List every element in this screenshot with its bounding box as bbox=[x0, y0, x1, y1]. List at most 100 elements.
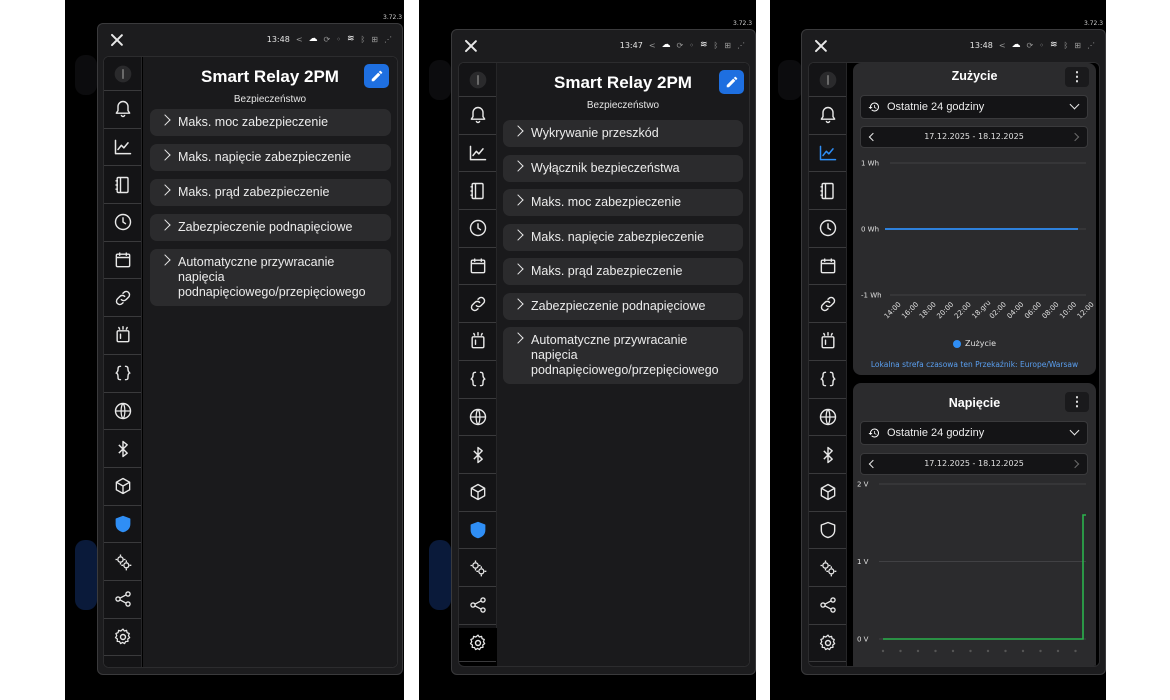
sidebar-item-gears[interactable] bbox=[459, 549, 496, 587]
sidebar-item-list[interactable] bbox=[809, 172, 846, 211]
sidebar-item-chart[interactable] bbox=[104, 129, 141, 167]
sidebar-item-globe[interactable] bbox=[459, 399, 496, 437]
content-area: Smart Relay 2PM Bezpieczeństwo Maks. moc… bbox=[143, 57, 397, 667]
sidebar-item-bell[interactable] bbox=[809, 97, 846, 135]
x-tick-mark bbox=[1056, 649, 1060, 653]
sidebar-item-settings[interactable] bbox=[809, 625, 846, 663]
page-subtitle: Bezpieczeństwo bbox=[586, 100, 660, 111]
wifi-icon: ≋ bbox=[346, 34, 355, 44]
x-tick-mark bbox=[916, 649, 920, 653]
menu-item[interactable]: Maks. moc zabezpieczenie bbox=[503, 189, 743, 216]
x-tick-label: 18:00 bbox=[918, 300, 938, 320]
device-icon bbox=[114, 65, 131, 82]
sidebar-item-link[interactable] bbox=[459, 285, 496, 324]
sidebar-item-settings[interactable] bbox=[104, 619, 141, 657]
menu-item[interactable]: Wyłącznik bezpieczeństwa bbox=[503, 155, 743, 182]
sidebar-item-gears[interactable] bbox=[104, 543, 141, 581]
date-range-nav[interactable]: 17.12.2025 - 18.12.2025 bbox=[860, 126, 1088, 148]
sidebar-item-bell[interactable] bbox=[104, 91, 141, 129]
sidebar-item-list[interactable] bbox=[104, 166, 141, 205]
more-options-icon[interactable]: ⋮ bbox=[1065, 67, 1089, 87]
sidebar-item-shield[interactable] bbox=[459, 512, 496, 550]
signal-icon: ◦ bbox=[336, 34, 341, 44]
date-range-nav[interactable]: 17.12.2025 - 18.12.2025 bbox=[860, 453, 1088, 475]
sidebar-item-globe[interactable] bbox=[809, 399, 846, 437]
share-icon bbox=[819, 597, 836, 614]
sidebar-item-code[interactable] bbox=[809, 361, 846, 399]
inner-frame: Zużycie ⋮ Ostatnie 24 godziny 17.12.2025… bbox=[808, 62, 1100, 667]
clock: 13:47 bbox=[619, 40, 643, 50]
sidebar-item-clock[interactable] bbox=[459, 210, 496, 248]
sidebar-item-shield[interactable] bbox=[809, 512, 846, 550]
chevron-left-icon[interactable] bbox=[868, 459, 878, 469]
chevron-right-icon bbox=[159, 254, 171, 266]
sidebar-item-list[interactable] bbox=[459, 172, 496, 211]
sidebar-item-chart[interactable] bbox=[809, 135, 846, 173]
menu-item[interactable]: Maks. moc zabezpieczenie bbox=[150, 109, 391, 136]
close-icon[interactable] bbox=[110, 33, 124, 47]
sidebar-item-cube[interactable] bbox=[459, 474, 496, 512]
close-icon[interactable] bbox=[464, 39, 478, 53]
sidebar-item-device[interactable] bbox=[459, 63, 496, 97]
sidebar-item-share[interactable] bbox=[809, 587, 846, 625]
chevron-right-icon bbox=[512, 298, 524, 310]
period-select[interactable]: Ostatnie 24 godziny bbox=[860, 421, 1088, 445]
sidebar-item-script[interactable] bbox=[104, 317, 141, 355]
sidebar-item-code[interactable] bbox=[104, 355, 141, 393]
chevron-right-icon bbox=[512, 229, 524, 241]
sidebar-item-bluetooth[interactable] bbox=[104, 430, 141, 468]
sidebar-item-share[interactable] bbox=[459, 587, 496, 625]
sidebar-item-chart[interactable] bbox=[459, 135, 496, 173]
chevron-right-icon[interactable] bbox=[1070, 132, 1080, 142]
share-status-icon: < bbox=[295, 34, 303, 44]
menu-item[interactable]: Maks. napięcie zabezpieczenie bbox=[503, 224, 743, 251]
sidebar-item-calendar[interactable] bbox=[104, 242, 141, 280]
sidebar-item-device[interactable] bbox=[104, 57, 141, 91]
period-select[interactable]: Ostatnie 24 godziny bbox=[860, 95, 1088, 119]
sidebar-item-code[interactable] bbox=[459, 361, 496, 399]
sidebar-item-bluetooth[interactable] bbox=[809, 436, 846, 474]
menu-item[interactable]: Maks. prąd zabezpieczenie bbox=[503, 258, 743, 285]
menu-item[interactable]: Zabezpieczenie podnapięciowe bbox=[150, 214, 391, 241]
edit-button[interactable] bbox=[719, 70, 744, 94]
more-options-icon[interactable]: ⋮ bbox=[1065, 392, 1089, 412]
sidebar-item-clock[interactable] bbox=[104, 204, 141, 242]
edit-button[interactable] bbox=[364, 64, 389, 88]
sidebar-item-bell[interactable] bbox=[459, 97, 496, 135]
gears-icon bbox=[470, 560, 486, 576]
sidebar-item-link[interactable] bbox=[809, 285, 846, 324]
sidebar-item-link[interactable] bbox=[104, 279, 141, 318]
sidebar-item-shield[interactable] bbox=[104, 506, 141, 544]
inner-frame: Smart Relay 2PM Bezpieczeństwo Maks. moc… bbox=[103, 56, 398, 668]
menu-item[interactable]: Maks. napięcie zabezpieczenie bbox=[150, 144, 391, 171]
menu-item[interactable]: Automatyczne przywracanie napięcia podna… bbox=[150, 249, 391, 306]
chart-icon bbox=[819, 145, 836, 161]
sidebar-item-cube[interactable] bbox=[809, 474, 846, 512]
sidebar-item-calendar[interactable] bbox=[809, 248, 846, 286]
sidebar-item-share[interactable] bbox=[104, 581, 141, 619]
settings-icon bbox=[469, 634, 485, 651]
sidebar-item-cube[interactable] bbox=[104, 468, 141, 506]
sidebar-item-script[interactable] bbox=[459, 323, 496, 361]
sidebar-item-calendar[interactable] bbox=[459, 248, 496, 286]
gears-icon bbox=[820, 560, 836, 576]
menu-item[interactable]: Wykrywanie przeszkód bbox=[503, 120, 743, 147]
menu-item[interactable]: Automatyczne przywracanie napięcia podna… bbox=[503, 327, 743, 384]
x-tick-label: 10:00 bbox=[1058, 300, 1078, 320]
close-icon[interactable] bbox=[814, 39, 828, 53]
sidebar-item-globe[interactable] bbox=[104, 393, 141, 431]
menu-item[interactable]: Zabezpieczenie podnapięciowe bbox=[503, 293, 743, 320]
chevron-left-icon[interactable] bbox=[868, 132, 878, 142]
sidebar-item-clock[interactable] bbox=[809, 210, 846, 248]
shield-icon bbox=[115, 515, 130, 533]
menu-item[interactable]: Maks. prąd zabezpieczenie bbox=[150, 179, 391, 206]
sidebar-item-device[interactable] bbox=[809, 63, 846, 97]
sidebar-item-settings[interactable] bbox=[459, 625, 496, 663]
chevron-right-icon[interactable] bbox=[1070, 459, 1080, 469]
sidebar-item-bluetooth[interactable] bbox=[459, 436, 496, 474]
y-tick-label: 2 V bbox=[857, 481, 869, 489]
sidebar-item-script[interactable] bbox=[809, 323, 846, 361]
bluetooth-status-icon: ᛒ bbox=[360, 34, 366, 44]
sidebar-item-gears[interactable] bbox=[809, 549, 846, 587]
y-tick-label: 1 V bbox=[857, 558, 869, 566]
